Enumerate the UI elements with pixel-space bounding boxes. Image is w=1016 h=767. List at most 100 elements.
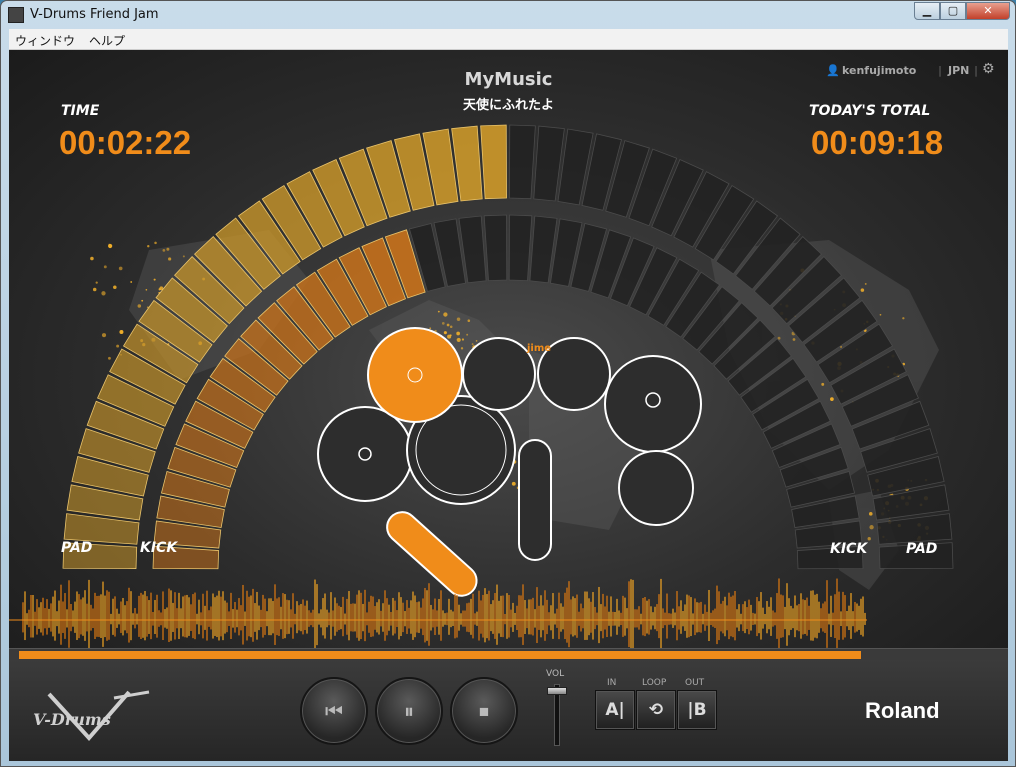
activity-dot — [449, 325, 453, 329]
volume-slider-knob[interactable] — [547, 686, 567, 695]
activity-dot — [166, 247, 170, 251]
activity-dot — [456, 317, 461, 321]
loop-in-label: IN — [607, 678, 617, 688]
window-title: V-Drums Friend Jam — [30, 7, 159, 22]
activity-dot — [90, 256, 94, 261]
app-window: V-Drums Friend Jam ▁ ▢ ✕ ウィンドウ ヘルプ jime … — [0, 0, 1016, 767]
activity-dot — [467, 319, 471, 322]
activity-dot — [141, 299, 144, 302]
minimize-button[interactable]: ▁ — [914, 2, 940, 20]
loop-out-label: OUT — [685, 678, 705, 688]
activity-dot — [869, 525, 874, 530]
map-location-label: jime — [526, 343, 551, 354]
activity-dot — [95, 281, 98, 284]
activity-dot — [456, 331, 460, 336]
kick-meter-segment — [483, 214, 508, 282]
activity-dot — [443, 312, 448, 317]
activity-dot — [860, 288, 865, 292]
divider: | — [938, 64, 943, 77]
activity-dot — [441, 322, 445, 325]
app-client: jime TIME 00:02:22 TODAY'S TOTAL 00:09:1… — [9, 50, 1008, 761]
time-value: 00:02:22 — [59, 124, 192, 161]
divider: | — [974, 64, 979, 77]
ride-cymbal-pad[interactable] — [604, 355, 702, 453]
activity-dot — [113, 285, 117, 289]
kick-pedal[interactable] — [381, 506, 483, 602]
floor-tom-pad[interactable] — [618, 450, 694, 526]
activity-dot — [101, 291, 106, 296]
activity-dot — [103, 265, 107, 269]
menu-help[interactable]: ヘルプ — [89, 32, 125, 49]
tom1-pad[interactable] — [462, 337, 536, 411]
menu-window[interactable]: ウィンドウ — [15, 32, 75, 49]
activity-dot — [456, 337, 461, 342]
crash-cymbal-pad[interactable] — [317, 406, 413, 502]
activity-dot — [130, 281, 133, 283]
kick-meter-segment — [508, 214, 533, 282]
activity-dot — [902, 317, 905, 320]
activity-dot — [147, 245, 150, 248]
pad-meter-segment — [509, 124, 536, 200]
activity-dot — [868, 512, 873, 516]
loop-out-button[interactable]: |B — [677, 690, 717, 730]
activity-dot — [466, 333, 469, 336]
activity-dot — [475, 340, 478, 342]
activity-dot — [447, 334, 452, 339]
activity-dot — [108, 243, 111, 246]
loop-label: LOOP — [642, 678, 667, 688]
maximize-button[interactable]: ▢ — [940, 2, 966, 20]
activity-dot — [867, 537, 871, 541]
activity-dot — [154, 241, 157, 245]
activity-dot — [153, 278, 156, 281]
activity-dot — [792, 338, 796, 341]
activity-dot — [168, 257, 172, 261]
activity-dot — [511, 481, 516, 486]
stop-button[interactable]: ⏹ — [450, 677, 518, 745]
activity-dot — [461, 338, 465, 341]
left-kick-label: KICK — [140, 540, 178, 556]
activity-dot — [108, 356, 111, 360]
control-panel: V-Drums ⏮ ⏸ ⏹ VOL IN LOOP OUT A| ⟲ |B Ro… — [9, 660, 1008, 761]
activity-dot — [864, 282, 867, 285]
activity-dot — [101, 333, 107, 338]
volume-label: VOL — [546, 669, 565, 679]
activity-dot — [471, 343, 474, 346]
username[interactable]: kenfujimoto — [842, 64, 916, 77]
left-pad-label: PAD — [61, 540, 93, 556]
activity-dot — [119, 329, 124, 335]
previous-button[interactable]: ⏮ — [300, 677, 368, 745]
activity-dot — [137, 304, 142, 308]
seek-progress — [19, 651, 861, 659]
user-area: 👤 kenfujimoto | JPN | ⚙ — [820, 60, 1000, 82]
region-label[interactable]: JPN — [948, 64, 969, 77]
activity-dot — [821, 382, 825, 386]
snare-pad[interactable] — [367, 327, 463, 423]
roland-logo: Roland — [865, 698, 940, 723]
loop-toggle-button[interactable]: ⟲ — [636, 690, 676, 730]
pad-meter-segment — [480, 124, 507, 200]
activity-dot — [145, 288, 148, 291]
activity-dot — [446, 323, 450, 327]
hihat-pedal[interactable] — [518, 439, 552, 561]
activity-dot — [879, 313, 882, 316]
menu-bar: ウィンドウ ヘルプ — [9, 29, 1008, 50]
close-button[interactable]: ✕ — [966, 2, 1010, 20]
total-value: 00:09:18 — [811, 124, 944, 161]
activity-dot — [830, 397, 834, 401]
activity-dot — [118, 266, 123, 271]
activity-dot — [162, 248, 166, 252]
loop-in-button[interactable]: A| — [595, 690, 635, 730]
title-bar[interactable]: V-Drums Friend Jam ▁ ▢ ✕ — [1, 1, 1015, 29]
activity-dot — [443, 331, 447, 335]
waveform-display — [9, 578, 867, 650]
activity-dot — [92, 287, 97, 292]
right-pad-label: PAD — [906, 541, 938, 557]
activity-dot — [437, 310, 440, 313]
right-kick-label: KICK — [830, 541, 868, 557]
seek-bar[interactable] — [9, 648, 1008, 660]
app-icon — [8, 7, 24, 23]
gear-icon[interactable]: ⚙ — [982, 61, 995, 77]
activity-dot — [460, 347, 464, 350]
stage: jime TIME 00:02:22 TODAY'S TOTAL 00:09:1… — [9, 50, 1008, 650]
pause-button[interactable]: ⏸ — [375, 677, 443, 745]
